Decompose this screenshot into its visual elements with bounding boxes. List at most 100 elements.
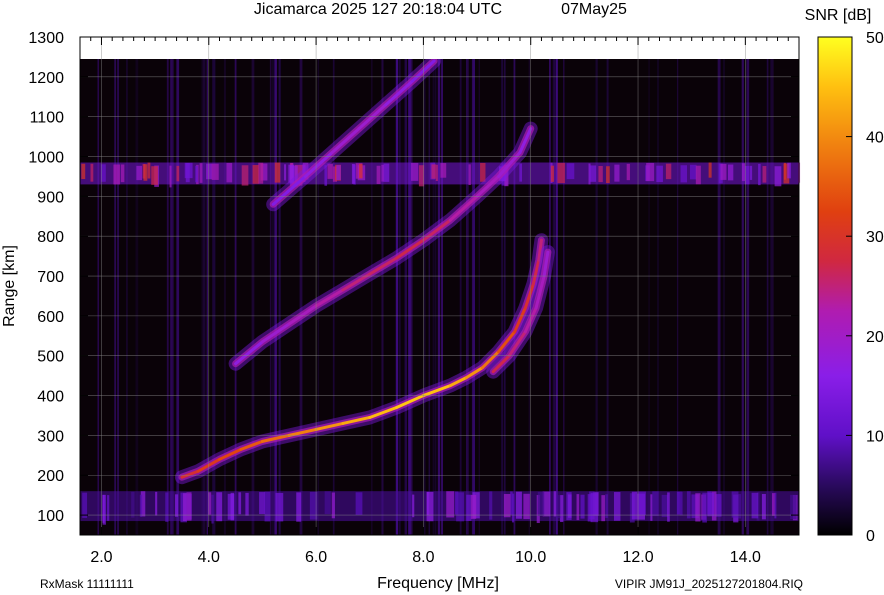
noise-stripe	[741, 58, 744, 536]
y-tick-label: 900	[37, 189, 64, 206]
band-segment	[355, 492, 363, 515]
band-segment	[519, 163, 523, 182]
noise-stripe	[553, 58, 556, 536]
noise-stripe	[648, 58, 650, 536]
colorbar-tick-label: 50	[866, 30, 884, 47]
noise-stripe	[114, 58, 117, 536]
colorbar-tick-label: 30	[866, 229, 884, 246]
y-tick-label: 600	[37, 309, 64, 326]
noise-stripe	[278, 58, 281, 536]
band-segment	[568, 494, 572, 518]
noise-stripe	[435, 58, 437, 536]
band-segment	[165, 492, 169, 522]
noise-stripe	[459, 58, 462, 536]
noise-stripe	[299, 58, 303, 536]
noise-stripe	[657, 58, 659, 536]
rx-mask-label: RxMask 11111111	[40, 577, 134, 591]
band-segment	[557, 495, 561, 519]
band-segment	[336, 165, 341, 181]
noise-stripe	[251, 58, 255, 536]
band-segment	[652, 491, 659, 517]
noise-stripe	[746, 58, 750, 536]
band-segment	[259, 492, 265, 515]
x-tick-label: 2.0	[90, 549, 112, 566]
band-segment	[680, 165, 688, 183]
band-segment	[186, 492, 192, 521]
band-segment	[761, 493, 766, 520]
band-segment	[139, 494, 143, 517]
band-segment	[783, 162, 786, 180]
band-segment	[274, 162, 281, 183]
noise-stripe	[166, 58, 169, 536]
x-tick-label: 12.0	[622, 549, 653, 566]
band-segment	[446, 491, 455, 518]
band-segment	[557, 162, 565, 184]
band-segment	[749, 165, 753, 180]
band-segment	[758, 163, 761, 186]
band-segment	[695, 493, 701, 522]
band-segment	[143, 164, 148, 181]
band-segment	[489, 491, 493, 520]
chart-title: Jicamarca 2025 127 20:18:04 UTC	[254, 1, 502, 18]
y-tick-label: 800	[37, 229, 64, 246]
y-tick-label: 700	[37, 269, 64, 286]
band-segment	[576, 494, 580, 521]
band-segment	[324, 491, 331, 515]
band-segment	[702, 492, 707, 523]
colorbar	[817, 36, 853, 536]
band-segment	[731, 491, 739, 518]
band-segment	[206, 163, 213, 180]
band-segment	[107, 495, 110, 521]
noise-stripe	[766, 58, 769, 536]
band-segment	[120, 164, 125, 183]
band-segment	[351, 163, 355, 184]
band-segment	[686, 491, 691, 519]
x-tick-label: 6.0	[305, 549, 327, 566]
band-segment	[226, 162, 233, 183]
band-segment	[90, 163, 94, 182]
noise-stripe	[513, 58, 516, 536]
band-segment	[199, 163, 203, 183]
band-segment	[216, 492, 223, 522]
band-segment	[515, 491, 522, 519]
noise-stripe	[428, 58, 431, 536]
band-segment	[727, 164, 734, 181]
noise-stripe	[549, 58, 551, 536]
band-segment	[169, 165, 172, 188]
band-segment	[560, 495, 564, 523]
noise-stripe	[126, 58, 128, 536]
y-tick-label: 300	[37, 428, 64, 445]
noise-stripe	[441, 58, 443, 536]
band-segment	[183, 493, 187, 522]
x-tick-label: 10.0	[515, 549, 546, 566]
band-segment	[605, 494, 608, 518]
band-segment	[102, 494, 106, 525]
noise-stripe	[117, 58, 119, 536]
band-segment	[503, 493, 511, 518]
band-segment	[626, 163, 630, 181]
band-segment	[650, 494, 653, 521]
band-segment	[211, 494, 214, 524]
band-segment	[762, 166, 767, 183]
y-tick-label: 100	[37, 508, 64, 525]
noise-stripe	[176, 58, 179, 536]
band-segment	[598, 165, 603, 183]
band-segment	[787, 162, 791, 179]
noise-stripe	[234, 58, 237, 536]
band-segment	[601, 495, 605, 522]
band-segment	[695, 165, 701, 185]
band-segment	[720, 163, 727, 180]
colorbar-tick-label: 20	[866, 329, 884, 346]
band-segment	[211, 163, 219, 180]
band-segment	[81, 163, 86, 180]
band-segment	[589, 165, 597, 182]
file-label: VIPIR JM91J_2025127201804.RIQ	[615, 577, 803, 591]
band-segment	[331, 492, 335, 519]
band-segment	[537, 491, 545, 517]
x-axis-label: Frequency [MHz]	[377, 575, 499, 592]
noise-stripe	[398, 58, 401, 536]
x-tick-label: 14.0	[730, 549, 761, 566]
noise-stripe	[135, 58, 139, 536]
noise-stripe	[396, 58, 398, 536]
band-segment	[412, 494, 415, 518]
